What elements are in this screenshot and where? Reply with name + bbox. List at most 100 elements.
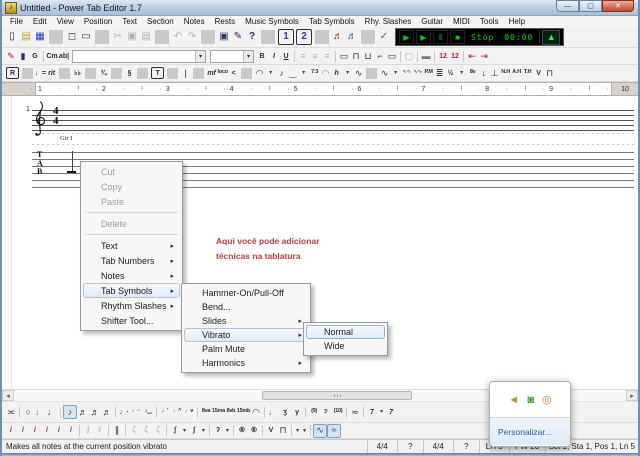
submenu-item-palm-mute[interactable]: Palm Mute <box>184 342 308 356</box>
play-from-position-button[interactable]: ▶ <box>416 30 431 44</box>
volume-swell-button[interactable]: loco <box>217 67 228 79</box>
menubar-item[interactable]: View <box>52 17 79 26</box>
customize-link[interactable]: Personalizar... <box>498 427 552 437</box>
wide-vibrato-button[interactable]: ∿∿ <box>401 67 412 79</box>
paste-button[interactable]: ▤ <box>139 30 153 44</box>
dotted-rest-button[interactable]: ʒ· <box>320 406 332 418</box>
cut-button[interactable]: ✂ <box>111 30 125 44</box>
octave-15ma-button[interactable]: 15ma <box>212 406 225 418</box>
tapped-harmonic-button[interactable]: T.H <box>522 67 533 79</box>
menubar-item[interactable]: Edit <box>28 17 52 26</box>
slash-whole-button[interactable]: / <box>5 425 17 437</box>
vibrato-style-button[interactable]: ∿ <box>379 67 390 79</box>
chord-diagram-button[interactable]: G <box>29 50 41 62</box>
slash-articulation-button[interactable]: ʔ <box>212 425 224 437</box>
sixteenth-note-button[interactable]: ♬ <box>77 406 89 418</box>
font-combo-arrow-icon[interactable]: ▾ <box>195 50 205 62</box>
scroll-right-button[interactable]: ▸ <box>626 390 638 401</box>
help-button[interactable]: ? <box>245 30 259 44</box>
stop-button[interactable]: ■ <box>450 30 465 44</box>
barline-button[interactable]: | <box>180 67 191 79</box>
tap-button[interactable]: ⊥ <box>489 67 500 79</box>
rehearsal-sign-button[interactable]: R <box>6 67 19 79</box>
score-checker-button[interactable]: ♬ <box>331 30 345 44</box>
slash-articulation-dropdown[interactable]: ▾ <box>224 425 231 437</box>
bend-dropdown[interactable]: ▾ <box>456 67 467 79</box>
slash-thirty-second-button[interactable]: / <box>65 425 77 437</box>
menubar-item[interactable]: Notes <box>179 17 210 26</box>
tuning-dictionary-button[interactable]: ♬ <box>345 30 359 44</box>
scroll-left-button[interactable]: ◂ <box>2 390 14 401</box>
quarter-rest-button[interactable]: ʒ <box>279 406 291 418</box>
quarter-note-button[interactable]: ♩ <box>46 406 58 418</box>
multibar-rest-count-button[interactable]: (10) <box>332 406 344 418</box>
tab-number-up-button[interactable]: 12 <box>437 50 449 62</box>
natural-harmonic-button[interactable]: N.H <box>500 67 511 79</box>
menu-item-tab-symbols[interactable]: Tab Symbols ▸ <box>83 283 180 298</box>
single-note-button[interactable]: ⑥ <box>236 425 248 437</box>
metronome-button[interactable]: ▲ <box>542 29 561 45</box>
slash-marcato-button[interactable]: ʃ <box>188 425 200 437</box>
octave-button[interactable]: 8v <box>467 67 478 79</box>
bar-button[interactable]: ▬ <box>420 50 432 62</box>
pickstroke-dropdown-1[interactable]: ▾ <box>294 425 301 437</box>
menubar-item[interactable]: Music Symbols <box>240 17 304 26</box>
bold-button[interactable]: B <box>256 50 268 62</box>
undo-button[interactable]: ↶ <box>171 30 185 44</box>
octave-8vb-button[interactable]: 8vb <box>225 406 237 418</box>
redo-button[interactable]: ↷ <box>185 30 199 44</box>
align-left-button[interactable]: ≡ <box>297 50 309 62</box>
upstroke-button[interactable]: V <box>533 67 544 79</box>
thirty-second-note-button[interactable]: ♬ <box>89 406 101 418</box>
font-combo[interactable]: ▾ <box>72 49 206 63</box>
tray-green-icon[interactable]: ◙ <box>527 394 534 406</box>
direction-button[interactable]: § <box>124 67 135 79</box>
slash-eighth-button[interactable]: / <box>41 425 53 437</box>
rest-duration-button[interactable]: 7 <box>366 406 378 418</box>
downstroke-button[interactable]: ⊓ <box>544 67 555 79</box>
fermata-button[interactable]: ◠ <box>250 406 262 418</box>
close-button[interactable]: ✕ <box>602 0 634 12</box>
slash-sixteenth-button[interactable]: / <box>53 425 65 437</box>
font-size-combo-arrow-icon[interactable]: ▾ <box>243 50 253 62</box>
menubar-item[interactable]: File <box>5 17 28 26</box>
half-note-button[interactable]: ♩ <box>34 406 46 418</box>
save-button[interactable]: ▦ <box>33 30 47 44</box>
score-view-button[interactable]: 1 <box>278 29 294 45</box>
vibrato-button[interactable]: ∿ <box>353 67 364 79</box>
hammer-on-dropdown[interactable]: ▾ <box>342 67 353 79</box>
palm-mute-button[interactable]: P.M <box>423 67 434 79</box>
menubar-item[interactable]: Section <box>142 17 179 26</box>
fretboard-corner-button[interactable]: ⌐ <box>374 50 386 62</box>
double-dotted-note-button[interactable]: ♩·· <box>130 406 142 418</box>
vibrato-menu-item-wide[interactable]: Wide <box>306 339 385 353</box>
song-properties-button[interactable]: ▣ <box>217 30 231 44</box>
submenu-item-bend[interactable]: Bend... <box>184 300 308 314</box>
new-button[interactable]: ▯ <box>5 30 19 44</box>
pause-button[interactable]: ‖ <box>433 30 448 44</box>
sixty-fourth-note-button[interactable]: ♬ <box>101 406 113 418</box>
slash-downstroke-button[interactable]: ⊓ <box>277 425 289 437</box>
scrollbar-thumb[interactable] <box>262 391 412 400</box>
octave-8va-button[interactable]: 8va <box>200 406 212 418</box>
eighth-rest-button[interactable]: γ <box>291 406 303 418</box>
floating-text-button[interactable]: ab| <box>58 50 70 62</box>
chord-note-button[interactable]: ⑥ <box>248 425 260 437</box>
heavy-accent-button[interactable]: ♩v <box>183 406 195 418</box>
play-button[interactable]: ▶ <box>399 30 414 44</box>
chord-name-button[interactable]: Cm <box>46 50 58 62</box>
menubar-item[interactable]: Rhy. Slashes <box>360 17 417 26</box>
dynamic-button[interactable]: mf <box>206 67 217 79</box>
tie-dropdown[interactable]: ▾ <box>265 67 276 79</box>
print-button[interactable]: ▭ <box>79 30 93 44</box>
slash-accent-button[interactable]: ʃ <box>169 425 181 437</box>
vibrato-normal-button[interactable]: ∿ <box>313 423 327 438</box>
slur-dropdown[interactable]: ▾ <box>298 67 309 79</box>
staccato-button[interactable]: ♩' <box>159 406 171 418</box>
italic-button[interactable]: I <box>268 50 280 62</box>
grace-note-button[interactable]: ♪ <box>276 67 287 79</box>
submenu-item-vibrato[interactable]: Vibrato ▸ <box>184 328 308 342</box>
menu-item-rhythm-slashes[interactable]: Rhythm Slashes ▸ <box>83 298 180 313</box>
performance-notes-button[interactable]: ✎ <box>231 30 245 44</box>
vibrato-dropdown[interactable]: ▾ <box>390 67 401 79</box>
